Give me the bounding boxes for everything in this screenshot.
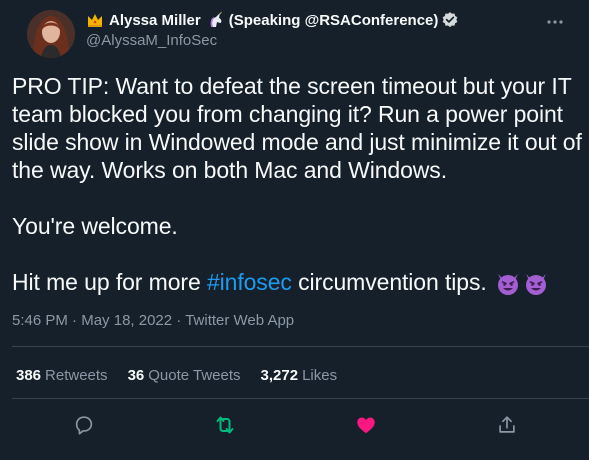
hashtag-link[interactable]: #infosec <box>207 269 292 295</box>
quote-tweets-count: 36 <box>127 367 145 384</box>
tweet-header: Alyssa Miller (Speaking @RSAConference) … <box>16 0 573 62</box>
display-name[interactable]: Alyssa Miller (Speaking @RSAConference) <box>86 10 533 30</box>
quote-tweets-label: Quote Tweets <box>148 367 241 384</box>
more-options-icon[interactable] <box>545 12 565 32</box>
display-name-prefix: Alyssa Miller <box>109 11 201 29</box>
tweet-time[interactable]: 5:46 PM <box>12 312 68 329</box>
unicorn-icon <box>210 11 222 27</box>
smiling-devil-emoji <box>497 274 518 295</box>
author-names: Alyssa Miller (Speaking @RSAConference) … <box>86 10 533 49</box>
likes-label: Likes <box>302 367 338 384</box>
tweet-paragraph-3: Hit me up for more #infosec circumventio… <box>12 268 582 296</box>
divider <box>12 398 589 399</box>
meta-separator: · <box>72 312 78 329</box>
likes-count: 3,272 <box>260 367 299 384</box>
smiling-devil-emoji <box>525 274 546 295</box>
tweet-actions <box>0 410 589 440</box>
quote-tweets-stat[interactable]: 36 Quote Tweets <box>128 367 241 384</box>
display-name-suffix: (Speaking @RSAConference) <box>228 11 439 29</box>
reply-icon[interactable] <box>71 412 97 438</box>
crown-icon <box>88 14 102 27</box>
verified-badge-icon <box>443 12 458 28</box>
tweet-stats: 386 Retweets 36 Quote Tweets 3,272 Likes <box>16 367 337 384</box>
share-icon[interactable] <box>494 412 520 438</box>
divider <box>12 346 589 347</box>
avatar-portrait-icon <box>27 10 75 58</box>
tweet-source[interactable]: Twitter Web App <box>185 312 294 329</box>
retweets-stat[interactable]: 386 Retweets <box>16 367 108 384</box>
avatar[interactable] <box>27 10 75 58</box>
retweets-count: 386 <box>16 367 42 384</box>
tweet-text: PRO TIP: Want to defeat the screen timeo… <box>12 72 582 296</box>
tweet-date[interactable]: May 18, 2022 <box>81 312 172 329</box>
tweet-paragraph-3-tail: circumvention tips. <box>291 269 487 295</box>
tweet-paragraph-2: You're welcome. <box>12 213 178 239</box>
tweet-paragraph-3-lead: Hit me up for more <box>12 269 207 295</box>
retweets-label: Retweets <box>45 367 108 384</box>
likes-stat[interactable]: 3,272 Likes <box>261 367 338 384</box>
tweet-paragraph-1: PRO TIP: Want to defeat the screen timeo… <box>12 73 582 183</box>
tweet-meta: 5:46 PM · May 18, 2022 · Twitter Web App <box>12 312 294 329</box>
meta-separator: · <box>176 312 182 329</box>
like-heart-icon[interactable] <box>353 412 379 438</box>
author-handle[interactable]: @AlyssaM_InfoSec <box>86 32 533 49</box>
retweet-icon[interactable] <box>212 412 238 438</box>
tweet-card: Alyssa Miller (Speaking @RSAConference) … <box>0 0 589 460</box>
